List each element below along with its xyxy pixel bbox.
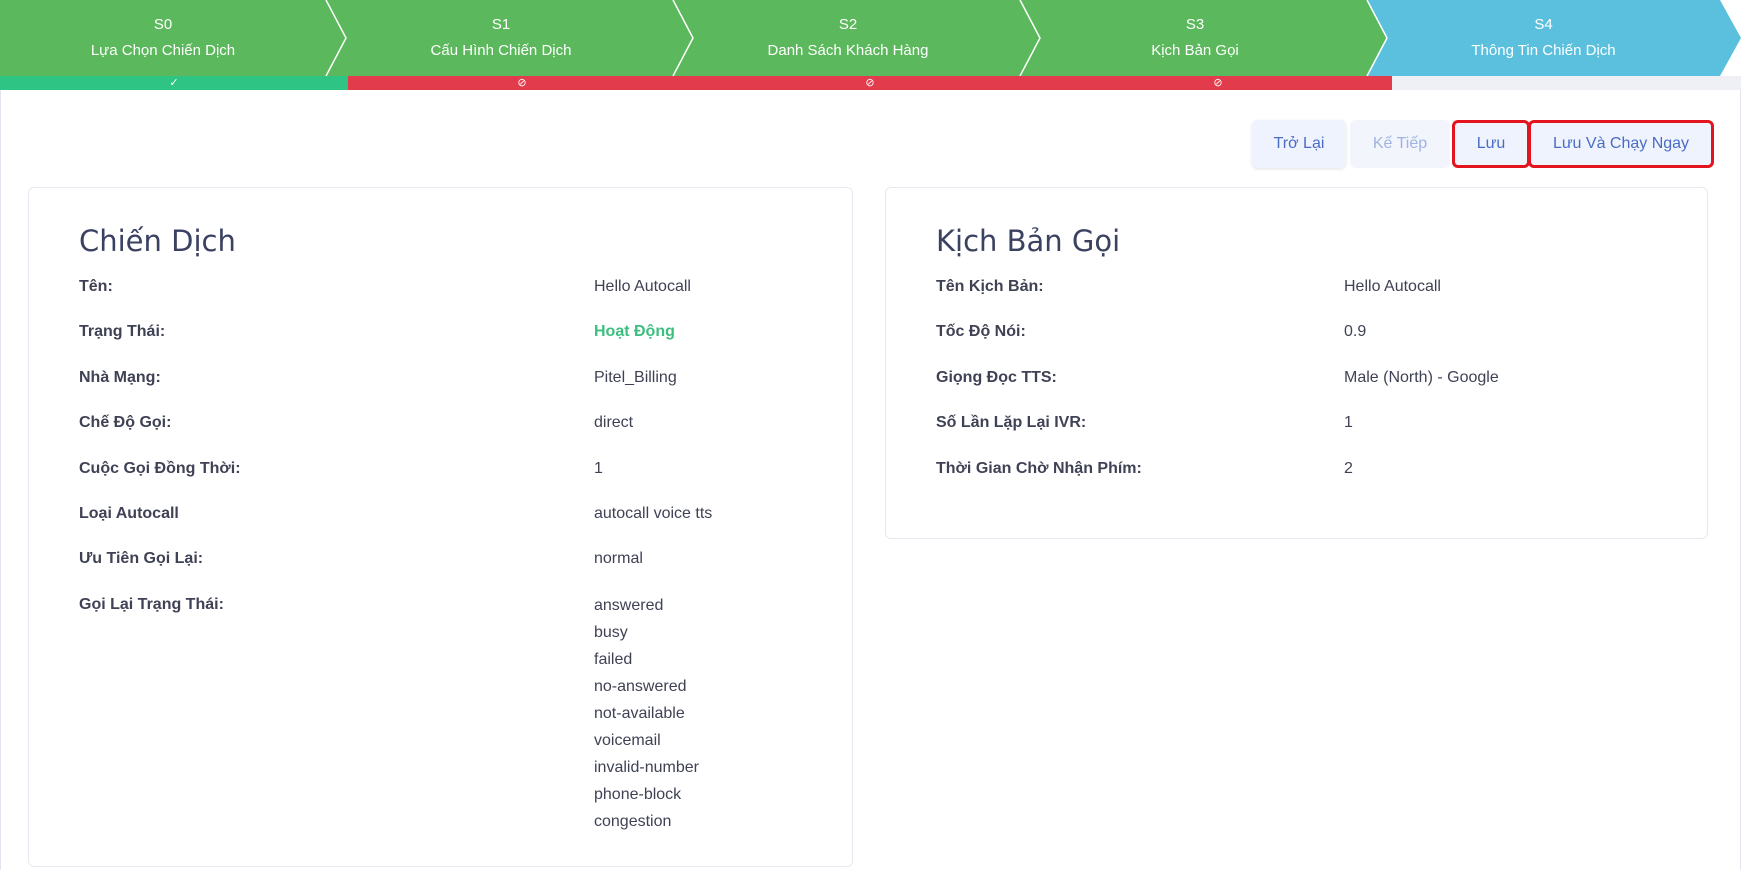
recall-status-item: invalid-number	[594, 759, 699, 776]
field-label: Cuộc Gọi Đồng Thời:	[79, 460, 241, 477]
step-s1[interactable]: S1 Cấu Hình Chiến Dịch	[346, 0, 656, 76]
blocked-icon: ⊘	[865, 77, 875, 89]
field-label: Gọi Lại Trạng Thái:	[79, 596, 224, 613]
field-label: Thời Gian Chờ Nhận Phím:	[936, 460, 1142, 477]
campaign-card: Chiến Dịch Tên: Hello Autocall Trạng Thá…	[28, 187, 853, 867]
script-title: Kịch Bản Gọi	[936, 224, 1121, 258]
field-value: Hello Autocall	[594, 278, 691, 295]
recall-status-item: not-available	[594, 705, 685, 722]
step-s2[interactable]: S2 Danh Sách Khách Hàng	[693, 0, 1003, 76]
field-label: Giọng Đọc TTS:	[936, 369, 1057, 386]
field-label: Ưu Tiên Gọi Lại:	[79, 550, 204, 567]
field-label: Số Lần Lặp Lại IVR:	[936, 414, 1087, 431]
field-value: 1	[594, 460, 603, 477]
recall-status-item: voicemail	[594, 732, 661, 749]
recall-status-item: congestion	[594, 813, 672, 830]
field-value: direct	[594, 414, 634, 431]
progress-segment-s3: ⊘	[1044, 76, 1392, 90]
step-code: S4	[1534, 16, 1553, 33]
field-label: Trạng Thái:	[79, 323, 166, 340]
field-value: Pitel_Billing	[594, 369, 677, 386]
progress-segment-s2: ⊘	[696, 76, 1044, 90]
step-code: S0	[153, 16, 173, 33]
campaign-title: Chiến Dịch	[79, 224, 236, 258]
step-name: Lựa Chọn Chiến Dịch	[90, 42, 236, 59]
progress-segment-s1: ⊘	[348, 76, 696, 90]
field-label: Tên Kịch Bản:	[936, 278, 1044, 295]
step-code: S2	[838, 16, 858, 33]
field-label: Tên:	[79, 278, 113, 295]
recall-status-item: failed	[594, 651, 633, 668]
step-name: Danh Sách Khách Hàng	[767, 42, 929, 59]
script-card: Kịch Bản Gọi Tên Kịch Bản: Hello Autocal…	[885, 187, 1708, 539]
recall-status-item: phone-block	[594, 786, 682, 803]
blocked-icon: ⊘	[517, 77, 527, 89]
field-label: Chế Độ Gọi:	[79, 414, 172, 431]
recall-status-item: answered	[594, 597, 664, 614]
check-icon: ✓	[169, 77, 179, 89]
step-name: Kịch Bản Gọi	[1151, 42, 1239, 59]
field-value: 1	[1344, 414, 1353, 431]
recall-status-item: busy	[594, 624, 628, 641]
field-value: 2	[1344, 460, 1353, 477]
step-s4[interactable]: S4 Thông Tin Chiến Dịch	[1387, 0, 1700, 76]
field-value: autocall voice tts	[594, 505, 713, 522]
back-button[interactable]: Trở Lại	[1252, 120, 1346, 168]
recall-status-item: no-answered	[594, 678, 687, 695]
step-s0[interactable]: S0 Lựa Chọn Chiến Dịch	[0, 0, 326, 76]
field-label: Tốc Độ Nói:	[936, 323, 1026, 340]
progress-segment-s4	[1392, 76, 1741, 90]
field-value: normal	[594, 550, 643, 567]
field-value: 0.9	[1344, 323, 1367, 340]
step-s3[interactable]: S3 Kịch Bản Gọi	[1040, 0, 1350, 76]
field-value: Hello Autocall	[1344, 278, 1441, 295]
wizard-stepper: S0 Lựa Chọn Chiến Dịch S1 Cấu Hình Chiến…	[0, 0, 1741, 76]
field-value: Male (North) - Google	[1344, 369, 1499, 386]
step-name: Cấu Hình Chiến Dịch	[430, 42, 572, 59]
step-code: S3	[1185, 16, 1205, 33]
step-name: Thông Tin Chiến Dịch	[1471, 42, 1616, 59]
save-button[interactable]: Lưu	[1452, 120, 1530, 168]
field-label: Nhà Mạng:	[79, 369, 161, 386]
next-button[interactable]: Kế Tiếp	[1350, 120, 1450, 168]
field-label: Loại Autocall	[79, 505, 179, 522]
recall-status-list: answered busy failed no-answered not-ava…	[594, 592, 699, 835]
status-value: Hoạt Động	[594, 323, 675, 340]
save-and-run-button[interactable]: Lưu Và Chạy Ngay	[1528, 120, 1714, 168]
progress-segment-s0: ✓	[0, 76, 348, 90]
blocked-icon: ⊘	[1213, 77, 1223, 89]
step-code: S1	[491, 16, 511, 33]
